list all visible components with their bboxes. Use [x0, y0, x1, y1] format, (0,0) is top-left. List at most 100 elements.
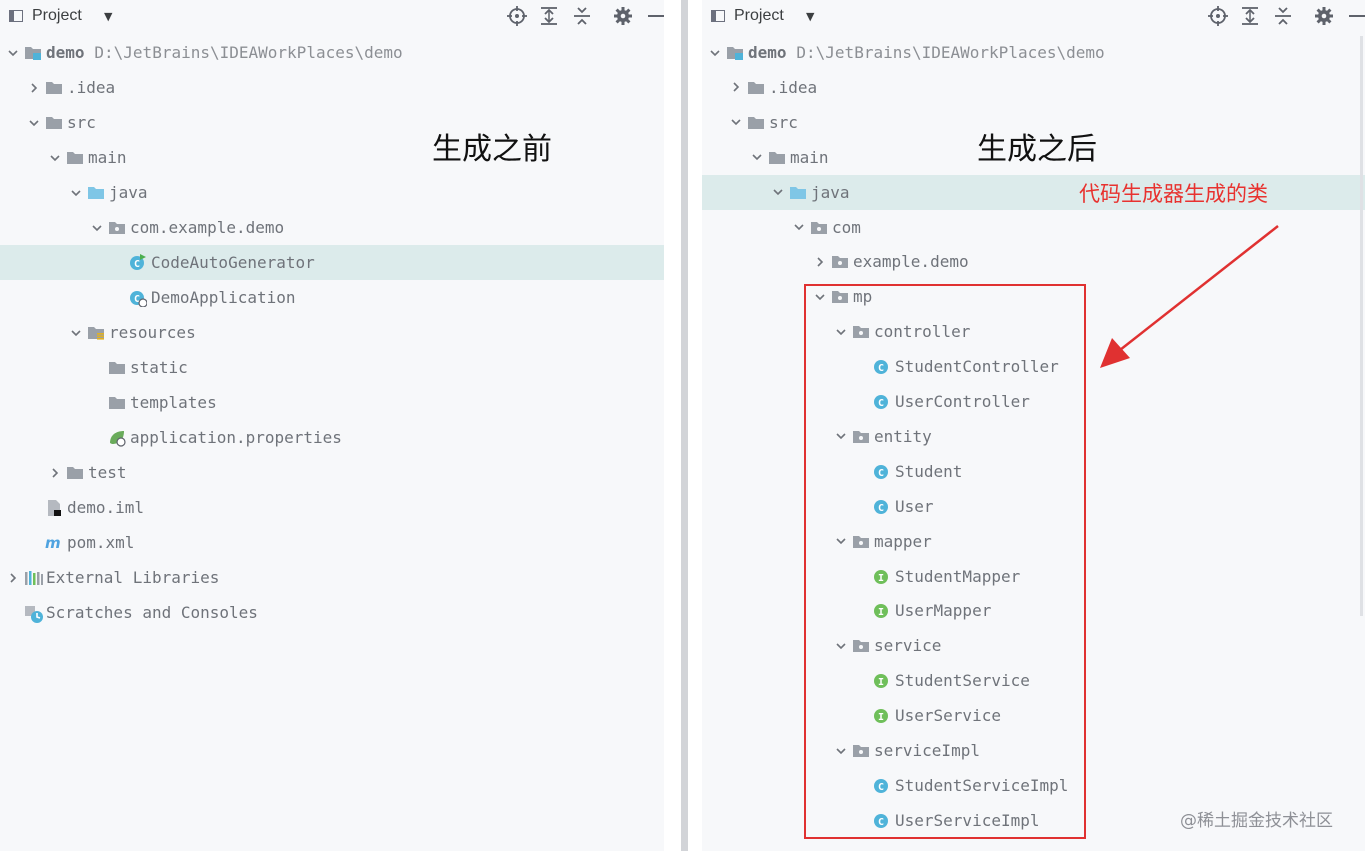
- resources-folder-icon: [87, 324, 105, 340]
- chevron-right-icon[interactable]: [27, 70, 41, 105]
- project-view-selector[interactable]: Project: [32, 7, 82, 25]
- source-folder-icon: [87, 184, 105, 200]
- tree-item-label: resources: [109, 323, 196, 342]
- chevron-down-icon[interactable]: [750, 140, 764, 175]
- tree-item-static[interactable]: static: [0, 350, 664, 385]
- watermark: @稀土掘金技术社区: [1180, 811, 1333, 831]
- spring-class-icon: C: [129, 289, 148, 308]
- module-folder-icon: [24, 44, 42, 60]
- red-arrow-icon: [1100, 225, 1279, 368]
- chevron-down-icon[interactable]: [48, 140, 62, 175]
- tree-item-label: demo: [46, 43, 85, 62]
- tree-item-scratches[interactable]: Scratches and Consoles: [0, 595, 664, 630]
- chevron-down-icon[interactable]: [792, 210, 806, 245]
- folder-icon: [108, 394, 126, 410]
- tree-item-path: D:\JetBrains\IDEAWorkPlaces\demo: [796, 43, 1105, 62]
- folder-icon: [768, 149, 786, 165]
- settings-icon[interactable]: [1313, 5, 1335, 27]
- chevron-down-icon[interactable]: [771, 175, 785, 210]
- tree-item-label: test: [88, 463, 127, 482]
- tree-item-label: .idea: [769, 77, 818, 97]
- tree-item-label: CodeAutoGenerator: [151, 253, 315, 272]
- tree-item-label: application.properties: [130, 428, 342, 447]
- tree-item-demoapp[interactable]: C DemoApplication: [0, 280, 664, 315]
- tree-item-label: java: [811, 182, 850, 202]
- chevron-right-icon[interactable]: [6, 560, 20, 595]
- tree-item-src[interactable]: src: [0, 105, 664, 140]
- chevron-right-icon[interactable]: [729, 70, 743, 105]
- project-view-icon: [9, 10, 23, 22]
- tree-item-test[interactable]: test: [0, 455, 664, 490]
- project-panel-before: Project ▼ demo D:\JetBrains\IDEAWorkPlace…: [0, 0, 664, 851]
- tree-item-resources[interactable]: resources: [0, 315, 664, 350]
- scratches-icon: [24, 604, 43, 623]
- tree-item-label: com.example.demo: [130, 218, 285, 237]
- chevron-down-icon[interactable]: [27, 105, 41, 140]
- tree-item-extlibs[interactable]: External Libraries: [0, 560, 664, 595]
- tree-item-main[interactable]: main: [0, 140, 664, 175]
- tree-item-pomxml[interactable]: m pom.xml: [0, 525, 664, 560]
- chevron-down-icon[interactable]: ▼: [806, 10, 814, 23]
- tree-item-appprops[interactable]: application.properties: [0, 420, 664, 455]
- tree-item-templates[interactable]: templates: [0, 385, 664, 420]
- annotation-before: 生成之前: [432, 132, 552, 167]
- locate-icon[interactable]: [1207, 5, 1229, 27]
- spring-properties-icon: [108, 429, 126, 447]
- tree-item-idea[interactable]: .idea: [0, 70, 664, 105]
- chevron-right-icon[interactable]: [813, 244, 827, 279]
- chevron-down-icon[interactable]: [69, 315, 83, 350]
- collapse-all-icon[interactable]: [571, 5, 593, 27]
- package-icon: [810, 219, 828, 235]
- tree-item-demo[interactable]: demo D:\JetBrains\IDEAWorkPlaces\demo: [0, 35, 664, 70]
- hide-icon[interactable]: [645, 5, 664, 27]
- collapse-all-icon[interactable]: [1272, 5, 1294, 27]
- tree-item-label: Scratches and Consoles: [46, 603, 258, 622]
- tree-item-label: DemoApplication: [151, 288, 296, 307]
- panel-splitter[interactable]: [681, 0, 688, 851]
- folder-icon: [747, 114, 765, 130]
- folder-icon: [66, 149, 84, 165]
- expand-all-icon[interactable]: [1239, 5, 1261, 27]
- scrollbar[interactable]: [1360, 36, 1363, 616]
- chevron-right-icon[interactable]: [48, 455, 62, 490]
- chevron-down-icon[interactable]: ▼: [104, 10, 112, 23]
- locate-icon[interactable]: [506, 5, 528, 27]
- tree-item-label: example.demo: [853, 252, 969, 272]
- tree-item-pkg[interactable]: com.example.demo: [0, 210, 664, 245]
- annotation-generated-classes: 代码生成器生成的类: [1079, 182, 1268, 206]
- tree-item-idea[interactable]: .idea: [702, 70, 1365, 105]
- folder-icon: [45, 79, 63, 95]
- tree-item-java[interactable]: java: [0, 175, 664, 210]
- chevron-down-icon[interactable]: [6, 35, 20, 70]
- annotation-after: 生成之后: [977, 132, 1097, 167]
- tree-item-codeautogen[interactable]: C CodeAutoGenerator: [0, 245, 664, 280]
- svg-text:C: C: [134, 259, 140, 270]
- settings-icon[interactable]: [612, 5, 634, 27]
- hide-icon[interactable]: [1346, 5, 1365, 27]
- tree-item-label: .idea: [67, 78, 116, 97]
- chevron-down-icon[interactable]: [708, 35, 722, 70]
- project-toolwindow-header: Project ▼: [702, 0, 1365, 36]
- package-icon: [108, 219, 126, 235]
- chevron-down-icon[interactable]: [90, 210, 104, 245]
- tree-item-label: demo: [748, 43, 787, 62]
- tree-item-label: src: [769, 112, 798, 132]
- module-folder-icon: [726, 44, 744, 60]
- libraries-icon: [24, 569, 43, 585]
- runnable-class-icon: C: [129, 254, 147, 270]
- svg-text:m: m: [45, 534, 61, 552]
- project-view-icon: [711, 10, 725, 22]
- project-toolwindow-header: Project ▼: [0, 0, 664, 36]
- tree-item-label: main: [88, 148, 127, 167]
- chevron-down-icon[interactable]: [69, 175, 83, 210]
- tree-item-label: pom.xml: [67, 533, 135, 552]
- tree-item-label: static: [130, 358, 188, 377]
- expand-all-icon[interactable]: [538, 5, 560, 27]
- project-view-selector[interactable]: Project: [734, 7, 784, 25]
- tree-item-demo[interactable]: demo D:\JetBrains\IDEAWorkPlaces\demo: [702, 35, 1365, 70]
- tree-item-label: src: [67, 113, 96, 132]
- folder-icon: [66, 464, 84, 480]
- chevron-down-icon[interactable]: [729, 105, 743, 140]
- tree-item-demoiml[interactable]: demo.iml: [0, 490, 664, 525]
- tree-item-label: External Libraries: [46, 568, 220, 587]
